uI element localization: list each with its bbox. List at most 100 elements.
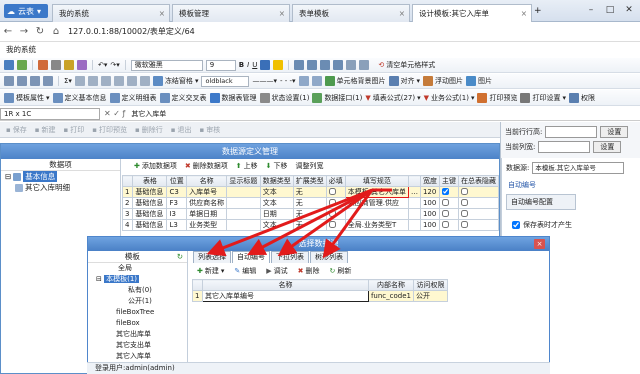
save-generate-checkbox[interactable]	[512, 221, 520, 229]
pk-checkbox[interactable]	[441, 198, 449, 206]
close-window-icon[interactable]: ✕	[620, 2, 638, 18]
delete-col-icon[interactable]	[43, 76, 53, 86]
close-icon[interactable]: ×	[159, 9, 165, 18]
hide-checkbox[interactable]	[460, 209, 468, 217]
define-basic-button[interactable]: 定义基本信息	[52, 92, 107, 103]
wrap-icon[interactable]	[359, 60, 370, 70]
print-settings-button[interactable]: 打印设置 ▾	[520, 92, 566, 103]
cell-data-type[interactable]: 文本	[259, 197, 294, 209]
tab-auto-number[interactable]: 自动编号	[232, 251, 270, 263]
pk-checkbox[interactable]	[441, 187, 449, 195]
minimize-icon[interactable]: –	[582, 2, 600, 18]
tree-item-filebox[interactable]: fileBox	[88, 318, 187, 329]
cell-table[interactable]: 基础信息	[132, 186, 168, 198]
debug-button[interactable]: ▶ 调试	[266, 266, 287, 276]
row-height-set-button[interactable]: 设置	[600, 126, 629, 138]
tree-item-other-expense[interactable]: 其它支出单	[88, 340, 187, 351]
border-icon[interactable]	[346, 60, 357, 70]
define-cross-button[interactable]: 定义交叉表	[159, 92, 207, 103]
close-icon[interactable]: ×	[399, 9, 405, 18]
new-tab-icon[interactable]: +	[534, 6, 542, 16]
comment-icon[interactable]	[139, 76, 150, 86]
tree-item-this-template[interactable]: ⊟ 本模板(1)	[88, 274, 187, 285]
cell-ext-type[interactable]: 无	[292, 186, 327, 198]
align-left-icon[interactable]	[294, 60, 305, 70]
cell-width[interactable]: 100	[419, 208, 440, 220]
refresh-button[interactable]: ↻ 刷新	[330, 266, 352, 276]
cell-name[interactable]: 单据日期	[186, 208, 228, 220]
align-button[interactable]: 对齐 ▾	[388, 76, 420, 86]
cell-display-title[interactable]	[226, 197, 261, 209]
cell-position[interactable]: I3	[166, 208, 188, 220]
home-icon[interactable]: ⌂	[48, 26, 64, 37]
cell-value-field[interactable]: 其它入库单	[131, 109, 166, 119]
tab-list-select[interactable]: 列表选择	[193, 251, 231, 263]
maximize-icon[interactable]: □	[601, 2, 619, 18]
table-icon[interactable]	[74, 76, 85, 86]
cell-bg-image-button[interactable]: 单元格背景图片	[324, 76, 386, 86]
cell-fill-rule[interactable]: 全局.业务类型T	[344, 219, 409, 231]
open-icon[interactable]	[17, 60, 27, 70]
delete-row-button[interactable]: ▪ 删除行	[135, 125, 163, 135]
adjust-width-button[interactable]: 调整列宽	[296, 161, 324, 171]
save-button[interactable]: ▪ 保存	[6, 125, 27, 135]
data-interface-button[interactable]: 数据接口(1)	[312, 92, 362, 103]
new-button[interactable]: ▪ 新建	[35, 125, 56, 135]
col-width-input[interactable]	[538, 141, 591, 153]
line-style-select[interactable]: ———▾	[252, 77, 277, 85]
cell-display-title[interactable]	[226, 208, 261, 220]
cell-ext-type[interactable]: 无	[292, 208, 327, 220]
float-image-button[interactable]: 浮动图片	[423, 76, 463, 86]
cell-hide[interactable]	[457, 219, 500, 231]
clear-format-button[interactable]: ⟲ 清空单元格样式	[378, 60, 435, 70]
cell-reference-field[interactable]: 1R x 1C	[0, 107, 100, 120]
close-icon[interactable]: ×	[279, 9, 285, 18]
tree-item-private[interactable]: 私有(0)	[88, 285, 187, 296]
delete-item-button[interactable]: ✖ 删除数据项	[185, 161, 228, 171]
cell-access[interactable]: 公开	[413, 290, 448, 302]
cell-display-title[interactable]	[226, 219, 261, 231]
align-right-icon[interactable]	[320, 60, 331, 70]
format-painter-icon[interactable]	[77, 60, 87, 70]
cell-primary-key[interactable]	[438, 197, 459, 209]
cell-name[interactable]: 入库单号	[186, 186, 228, 198]
cell-width[interactable]: 120	[419, 186, 440, 198]
refresh-icon[interactable]: ↻	[177, 252, 183, 261]
undo-icon[interactable]: ↶▾	[98, 61, 107, 69]
cell-primary-key[interactable]	[438, 208, 459, 220]
refresh-icon[interactable]: ↻	[32, 26, 48, 37]
insert-col-icon[interactable]	[17, 76, 27, 86]
cell-table[interactable]: 基础信息	[132, 197, 168, 209]
state-settings-button[interactable]: 状态设置(1)	[259, 92, 309, 103]
tab-my-system[interactable]: 我的系统 ×	[52, 4, 170, 22]
cell-data-type[interactable]: 日期	[259, 208, 294, 220]
cell-hide[interactable]	[457, 208, 500, 220]
auto-number-config-tab[interactable]: 自动编号配置	[506, 194, 576, 210]
required-checkbox[interactable]	[328, 187, 336, 195]
url-field[interactable]: 127.0.0.1:88/10002/表单定义/64	[68, 26, 195, 37]
cell-display-title[interactable]	[226, 186, 261, 198]
tree-item-other-in[interactable]: 其它入库单	[88, 351, 187, 362]
template-props-button[interactable]: 模板属性 ▾	[4, 92, 50, 103]
define-detail-button[interactable]: 定义明细表	[109, 92, 157, 103]
tab-tree-list[interactable]: 树形列表	[310, 251, 348, 263]
hide-checkbox[interactable]	[460, 220, 468, 228]
sum-icon[interactable]: Σ▾	[64, 77, 72, 85]
cell-required[interactable]	[325, 186, 346, 198]
tab-form-template[interactable]: 表单模板 ×	[292, 4, 410, 22]
cell-required[interactable]	[325, 219, 346, 231]
cell-position[interactable]: L3	[166, 219, 188, 231]
fill-formula-button[interactable]: ▼ 填表公式(27) ▾	[365, 93, 420, 103]
cell-primary-key[interactable]	[438, 219, 459, 231]
filter-icon[interactable]	[100, 76, 111, 86]
cell-name[interactable]: 业务类型	[186, 219, 228, 231]
table-row[interactable]: 3 基础信息 I3 单据日期 日期 无 100	[121, 208, 500, 220]
hide-checkbox[interactable]	[460, 198, 468, 206]
cell-name[interactable]: 其它入库单编号	[201, 290, 369, 302]
copy-icon[interactable]	[51, 60, 61, 70]
add-item-button[interactable]: ✚ 添加数据项	[134, 161, 177, 171]
insert-row-icon[interactable]	[4, 76, 14, 86]
cell-table[interactable]: 基础信息	[132, 219, 168, 231]
cell-inner-name[interactable]: func_code1	[367, 290, 415, 302]
business-formula-button[interactable]: ▼ 业务公式(1) ▾	[424, 93, 475, 103]
